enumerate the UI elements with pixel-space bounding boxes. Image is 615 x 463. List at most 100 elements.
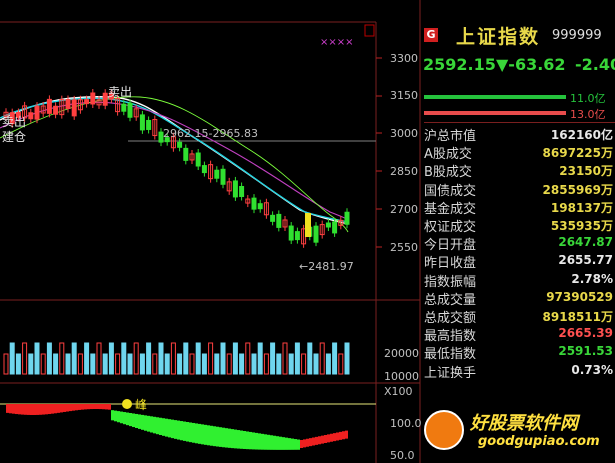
indicator-bar	[240, 430, 243, 449]
volume-bar	[28, 353, 34, 375]
volume-bar	[325, 353, 331, 375]
indicator-bar	[258, 433, 261, 450]
price-tick: 2850	[390, 165, 418, 178]
sell-signal-label: 卖出	[108, 85, 132, 99]
indicator-bar	[153, 416, 156, 434]
indicator-bar	[228, 428, 231, 448]
indicator-bar	[75, 404, 78, 411]
volume-bar	[276, 353, 282, 375]
index-badge: G	[424, 28, 438, 42]
index-change-pct: -2.40	[575, 55, 615, 74]
indicator-bar	[324, 435, 327, 443]
indicator-bar	[6, 404, 9, 413]
volume-bar	[77, 353, 83, 375]
quote-value: 2855969万	[542, 182, 613, 197]
watermark-url: goodgupiao.com	[478, 434, 600, 449]
price-tick: 3150	[390, 89, 418, 102]
indicator-bar	[249, 431, 252, 450]
volume-bar	[22, 342, 28, 375]
price-tick: 2700	[390, 203, 418, 216]
indicator-bar	[222, 427, 225, 448]
watermark: 好股票软件网 goodgupiao.com	[420, 405, 615, 463]
indicator-bar	[207, 425, 210, 446]
indicator-bar	[270, 435, 273, 450]
indicator-bar	[60, 404, 63, 413]
candle-body	[220, 168, 226, 185]
volume-bar	[294, 342, 300, 375]
candle-body	[332, 221, 338, 234]
quote-value: 0.73%	[571, 362, 613, 377]
candle-body	[46, 98, 52, 114]
candle-body	[251, 197, 257, 210]
volume-bar	[71, 342, 77, 375]
candle-body	[127, 102, 133, 118]
indicator-bar	[138, 414, 141, 429]
volume-bar	[3, 353, 9, 375]
indicator-bar	[198, 423, 201, 444]
indicator-bar	[147, 415, 150, 432]
indicator-bar	[162, 418, 165, 436]
indicator-bar	[186, 422, 189, 442]
volume-bar	[108, 342, 114, 375]
quote-label: B股成交	[424, 165, 472, 181]
volume-unit: X100	[384, 385, 413, 398]
indicator-bar	[306, 438, 309, 447]
volume-bar	[53, 353, 59, 375]
quote-label: 最高指数	[424, 329, 477, 345]
indicator-bar	[309, 438, 312, 447]
indicator-bar	[141, 414, 144, 430]
volume-tick: 20000	[384, 347, 419, 360]
volume-bar	[232, 342, 238, 375]
volume-bar	[301, 353, 307, 375]
indicator-bar	[318, 436, 321, 445]
indicator-bar	[90, 404, 93, 410]
build-position-label: 建仓	[2, 130, 26, 144]
ma60-line	[0, 96, 349, 233]
quote-label: 国债成交	[424, 183, 477, 199]
indicator-bar	[21, 404, 24, 415]
volume-bar	[9, 342, 15, 375]
volume-bar	[270, 342, 276, 375]
indicator-bar	[345, 430, 348, 439]
volume-bar	[189, 353, 195, 375]
indicator-bar	[216, 426, 219, 447]
ma10-line	[0, 97, 349, 223]
indicator-bar	[327, 434, 330, 443]
indicator-bar	[84, 404, 87, 410]
indicator-bar	[99, 404, 102, 410]
volume-bar	[84, 342, 90, 375]
indicator-bar	[246, 431, 249, 450]
indicator-bar	[192, 422, 195, 443]
indicator-bar	[87, 404, 90, 410]
candle-body	[121, 103, 127, 112]
indicator-bar	[30, 404, 33, 415]
volume-tick: 10000	[384, 370, 419, 383]
indicator-bar	[177, 420, 180, 440]
quote-row: 最低指数 2591.53	[424, 343, 613, 362]
candle-body	[201, 165, 207, 174]
indicator-bar	[219, 427, 222, 447]
indicator-bar	[42, 404, 45, 415]
indicator-bar	[126, 412, 129, 426]
volume-bar	[59, 342, 65, 375]
indicator-bar	[264, 434, 267, 450]
candle-body	[90, 92, 96, 105]
chart-control-box[interactable]	[364, 24, 375, 37]
indicator-tick: 50.0	[390, 449, 415, 462]
indicator-bar	[213, 426, 216, 447]
indicator-bar	[273, 435, 276, 450]
volume-bar	[208, 342, 214, 375]
candle-body	[270, 214, 276, 222]
indicator-bar	[96, 404, 99, 410]
indicator-bar	[285, 437, 288, 450]
quote-value: 198137万	[550, 200, 613, 215]
indicator-bar	[33, 404, 36, 415]
indicator-bar	[9, 404, 12, 414]
quote-value: 2665.39	[558, 326, 613, 341]
indicator-bar	[81, 404, 84, 410]
volume-bar	[214, 353, 220, 375]
quote-label: 今日开盘	[424, 238, 477, 254]
candle-body	[53, 105, 59, 115]
indicator-bar	[297, 439, 300, 450]
indicator-bar	[48, 404, 51, 415]
